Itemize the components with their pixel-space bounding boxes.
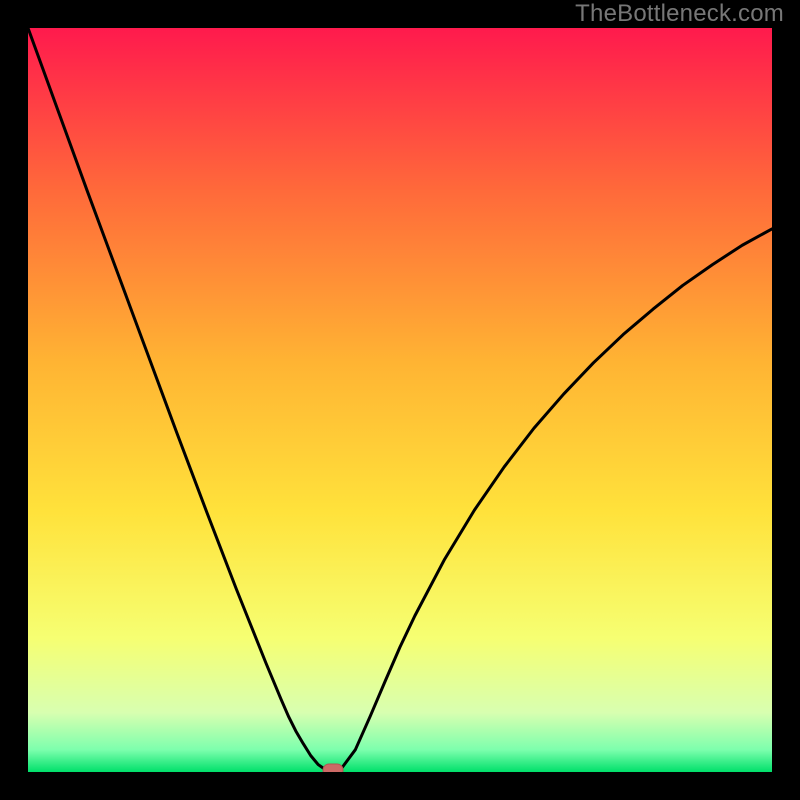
gradient-background: [28, 28, 772, 772]
minimum-marker: [323, 764, 343, 772]
plot-area: [28, 28, 772, 772]
plot-svg: [28, 28, 772, 772]
chart-frame: TheBottleneck.com: [0, 0, 800, 800]
watermark-text: TheBottleneck.com: [575, 0, 784, 28]
